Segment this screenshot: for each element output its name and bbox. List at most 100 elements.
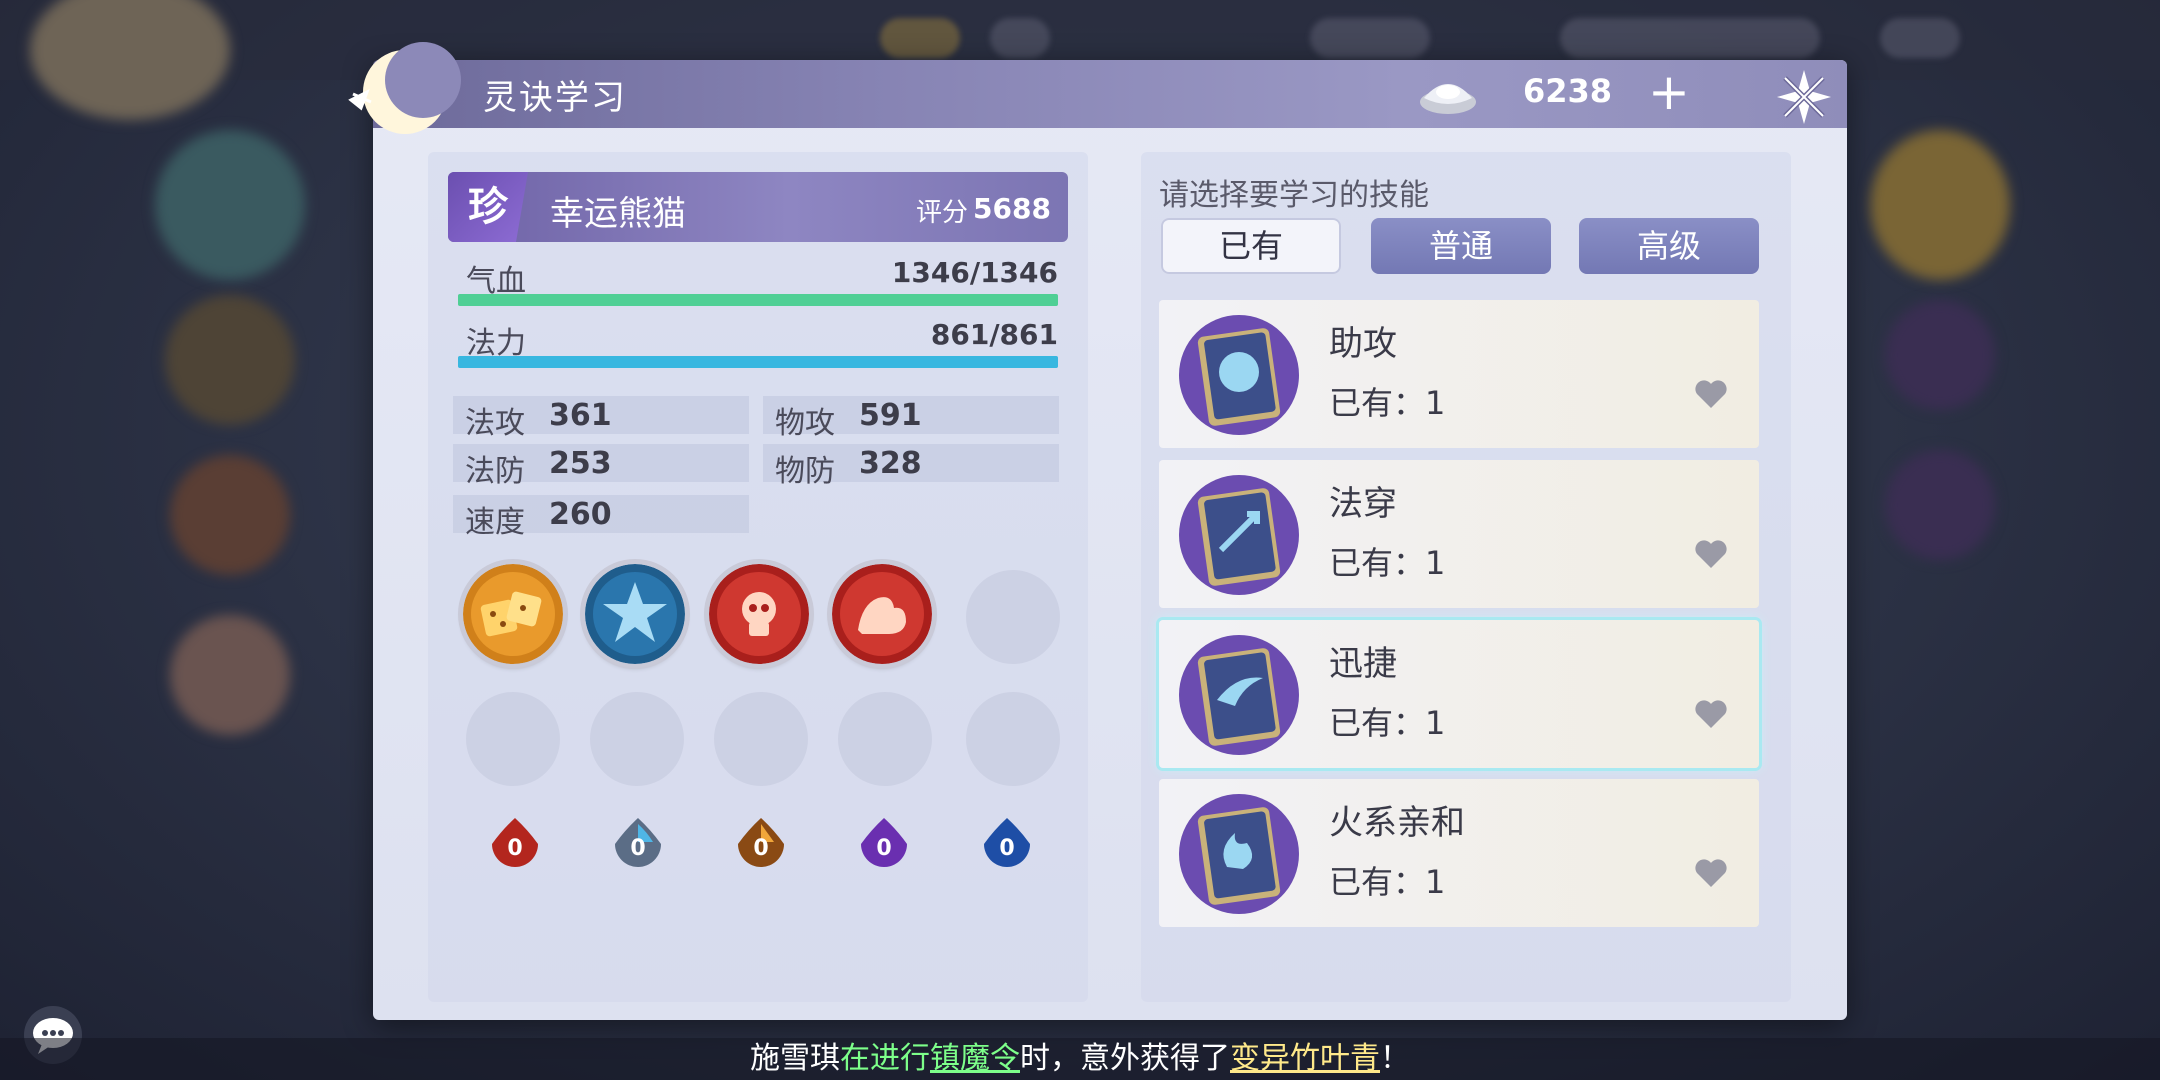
skill-owned-count: 已有：1: [1329, 704, 1446, 742]
pet-info-panel: 珍 幸运熊猫 评分 5688 气血 1346/1346 法力 861/861 法…: [428, 152, 1088, 1002]
empty-skill-slot[interactable]: [466, 692, 560, 786]
empty-skill-slot[interactable]: [966, 570, 1060, 664]
attr-value: 328: [859, 446, 922, 481]
rarity-badge: 珍: [448, 172, 528, 242]
hp-value: 1346/1346: [891, 256, 1058, 289]
skill-card-fire-affinity[interactable]: 火系亲和 已有：1: [1159, 779, 1759, 927]
dice-skill-icon[interactable]: [463, 564, 563, 664]
background-avatar: [30, 0, 230, 120]
background-chip: [1310, 18, 1430, 58]
skill-card-assist[interactable]: 助攻 已有：1: [1159, 300, 1759, 448]
skill-owned-count: 已有：1: [1329, 863, 1446, 901]
background-chip: [990, 18, 1050, 58]
hp-bar: [458, 294, 1058, 306]
brown-rune[interactable]: 0: [734, 816, 788, 874]
pet-name: 幸运熊猫: [550, 194, 686, 234]
tab-advanced[interactable]: 高级: [1579, 218, 1759, 274]
attr-speed: 速度 260: [453, 495, 749, 540]
background-item: [1870, 130, 2010, 280]
heart-icon[interactable]: [1693, 378, 1729, 410]
skill-name: 助攻: [1329, 324, 1397, 364]
mp-bar: [458, 356, 1058, 368]
rune-count: 0: [507, 836, 523, 861]
mp-value: 861/861: [930, 318, 1058, 351]
title-bar: 灵诀学习 6238 +: [348, 42, 1847, 134]
empty-skill-slot[interactable]: [590, 692, 684, 786]
heart-icon[interactable]: [1693, 538, 1729, 570]
purple-rune[interactable]: 0: [857, 816, 911, 874]
broadcast-text: 在进行: [840, 1041, 930, 1076]
background-item: [1885, 300, 1995, 410]
skill-book-icon: [1179, 635, 1299, 755]
empty-skill-slot[interactable]: [838, 692, 932, 786]
window-title: 灵诀学习: [483, 78, 627, 118]
attr-value: 253: [549, 446, 612, 481]
close-icon[interactable]: [1773, 66, 1835, 128]
empty-skill-slot[interactable]: [714, 692, 808, 786]
broadcast-player: 施雪琪: [750, 1041, 840, 1076]
attr-label: 法防: [465, 454, 525, 489]
rune-count: 0: [876, 836, 892, 861]
broadcast-text: ！: [1380, 1041, 1410, 1076]
grey-rune[interactable]: 0: [611, 816, 665, 874]
blue-rune[interactable]: 0: [980, 816, 1034, 874]
background-chip: [1880, 18, 1960, 58]
background-pet-slot: [170, 455, 290, 575]
star-skill-icon[interactable]: [585, 564, 685, 664]
background-item: [1885, 450, 1995, 560]
currency-amount: 6238: [1523, 72, 1613, 110]
skill-book-icon: [1179, 315, 1299, 435]
broadcast-text: 时，意外获得了: [1020, 1041, 1230, 1076]
attr-value: 591: [859, 398, 922, 433]
select-skill-prompt: 请选择要学习的技能: [1159, 178, 1429, 213]
background-chip: [880, 18, 960, 58]
pet-header: 珍 幸运熊猫 评分 5688: [448, 172, 1068, 242]
system-broadcast: 施雪琪在进行镇魔令时，意外获得了变异竹叶青！: [0, 1038, 2160, 1080]
attr-magic-attack: 法攻 361: [453, 396, 749, 441]
skill-book-icon: [1179, 475, 1299, 595]
skill-owned-count: 已有：1: [1329, 544, 1446, 582]
add-currency-button[interactable]: +: [1648, 62, 1690, 122]
skull-skill-icon[interactable]: [709, 564, 809, 664]
tab-normal[interactable]: 普通: [1371, 218, 1551, 274]
skill-select-panel: 请选择要学习的技能 已有 普通 高级 助攻 已有：1 法穿 已有：1 迅捷 已有…: [1141, 152, 1791, 1002]
skill-name: 火系亲和: [1329, 803, 1465, 843]
attr-value: 361: [549, 398, 612, 433]
silver-ingot-icon: [1420, 84, 1476, 114]
empty-skill-slot[interactable]: [966, 692, 1060, 786]
mp-bar-fill: [458, 356, 1058, 368]
attr-physical-attack: 物攻 591: [763, 396, 1059, 441]
skill-card-penetrate[interactable]: 法穿 已有：1: [1159, 460, 1759, 608]
background-pet-slot: [170, 615, 290, 735]
rune-count: 0: [999, 836, 1015, 861]
skill-name: 法穿: [1329, 484, 1397, 524]
tab-owned[interactable]: 已有: [1161, 218, 1341, 274]
skill-owned-count: 已有：1: [1329, 384, 1446, 422]
attr-value: 260: [549, 497, 612, 532]
attr-physical-defense: 物防 328: [763, 444, 1059, 489]
moon-icon: [348, 42, 461, 134]
attr-magic-defense: 法防 253: [453, 444, 749, 489]
skill-card-swift[interactable]: 迅捷 已有：1: [1159, 620, 1759, 768]
attr-label: 物攻: [775, 406, 835, 441]
hp-row: 气血 1346/1346: [458, 256, 1058, 308]
background-pet-slot: [155, 130, 305, 280]
skill-name: 迅捷: [1329, 644, 1397, 684]
broadcast-activity[interactable]: 镇魔令: [930, 1041, 1020, 1076]
attr-label: 速度: [465, 505, 525, 540]
red-rune[interactable]: 0: [488, 816, 542, 874]
attr-label: 物防: [775, 454, 835, 489]
broadcast-item[interactable]: 变异竹叶青: [1230, 1041, 1380, 1076]
attr-label: 法攻: [465, 406, 525, 441]
strength-arm-skill-icon[interactable]: [832, 564, 932, 664]
heart-icon[interactable]: [1693, 698, 1729, 730]
rune-count: 0: [753, 836, 769, 861]
score-label: 评分: [916, 198, 969, 228]
background-chip: [1560, 18, 1820, 58]
skill-learn-window: 灵诀学习 6238 + 珍 幸运熊猫 评分 5688 气血 1346/1346 …: [348, 42, 1847, 1020]
mp-row: 法力 861/861: [458, 318, 1058, 370]
heart-icon[interactable]: [1693, 857, 1729, 889]
skill-book-icon: [1179, 794, 1299, 914]
rune-count: 0: [630, 836, 646, 861]
background-pet-slot: [165, 295, 295, 425]
